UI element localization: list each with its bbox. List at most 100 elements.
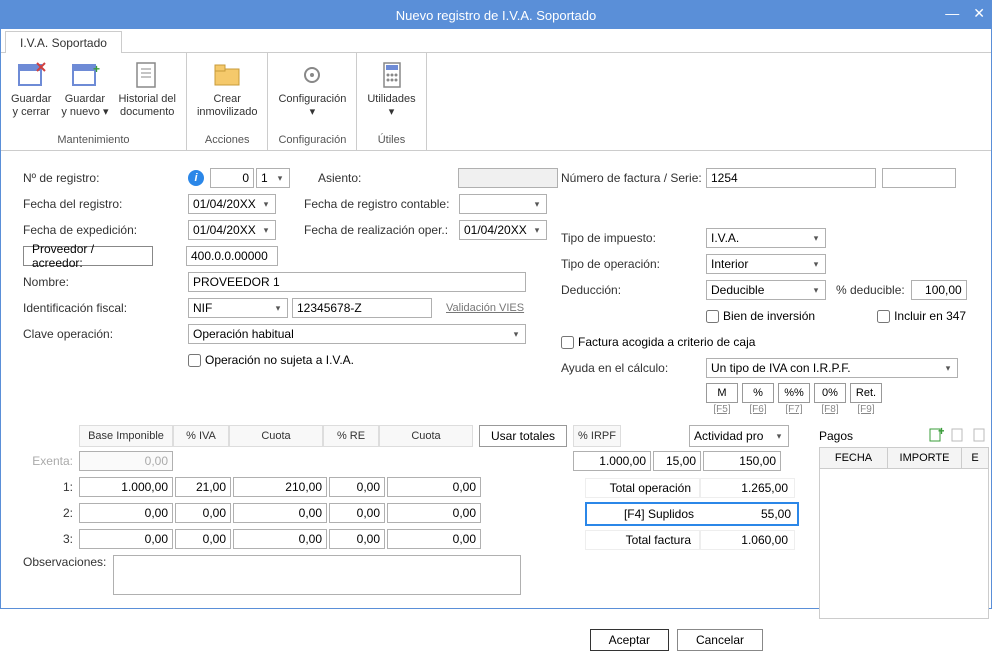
exenta-label: Exenta: [23, 454, 79, 468]
total-fac-label: Total factura [585, 530, 700, 550]
ribbon-historial[interactable]: Historial del documento [114, 57, 179, 132]
opnosujeta-checkbox[interactable]: Operación no sujeta a I.V.A. [188, 353, 354, 367]
observaciones-input[interactable] [113, 555, 521, 595]
base-input[interactable] [79, 477, 173, 497]
irpf-pct-input[interactable] [653, 451, 701, 471]
cuota-input[interactable] [233, 529, 327, 549]
pagos-del-icon[interactable] [971, 426, 989, 444]
nombre-input[interactable] [188, 272, 526, 292]
calc-pct-button[interactable]: % [742, 383, 774, 403]
pctdeducible-input[interactable] [911, 280, 967, 300]
pctre-input[interactable] [329, 503, 385, 523]
hdr-base: Base Imponible [79, 425, 173, 447]
asiento-label: Asiento: [318, 171, 458, 185]
ribbon-guardar-cerrar[interactable]: Guardar y cerrar [7, 57, 55, 132]
pagos-add-icon[interactable]: + [927, 426, 945, 444]
svg-text:+: + [93, 62, 100, 76]
row-label: 3: [23, 532, 79, 546]
usar-totales-button[interactable]: Usar totales [479, 425, 567, 447]
ribbon-guardar-nuevo[interactable]: + Guardar y nuevo ▾ [57, 57, 112, 132]
irpf-val-input[interactable] [703, 451, 781, 471]
cuota2-input[interactable] [387, 529, 481, 549]
pctiva-input[interactable] [175, 503, 231, 523]
calc-ret-button[interactable]: Ret. [850, 383, 882, 403]
tipoimpuesto-combo[interactable]: I.V.A.▾ [706, 228, 826, 248]
calculator-icon [376, 59, 408, 91]
numfactura-label: Número de factura / Serie: [561, 171, 706, 185]
suplidos-value[interactable]: 55,00 [702, 504, 797, 524]
tipoimpuesto-label: Tipo de impuesto: [561, 231, 706, 245]
base-input[interactable] [79, 503, 173, 523]
tab-bar: I.V.A. Soportado [1, 29, 991, 53]
pagos-label: Pagos [819, 429, 927, 443]
nregistro-b-combo[interactable]: 1▾ [256, 168, 290, 188]
fechacontable-input[interactable]: ▾ [459, 194, 547, 214]
base-input[interactable] [79, 529, 173, 549]
minimize-icon[interactable]: — [945, 5, 959, 22]
validacion-vies-link[interactable]: Validación VIES [446, 302, 524, 314]
aceptar-button[interactable]: Aceptar [590, 629, 669, 651]
pctiva-input[interactable] [175, 477, 231, 497]
ribbon: Guardar y cerrar + Guardar y nuevo ▾ His… [1, 53, 991, 151]
ribbon-configuracion[interactable]: Configuración ▾ [274, 57, 350, 132]
close-icon[interactable]: ✕ [973, 5, 985, 22]
observaciones-label: Observaciones: [23, 555, 113, 569]
grid-row: 2: [F4] Suplidos55,00 [23, 501, 813, 525]
tipooperacion-combo[interactable]: Interior▾ [706, 254, 826, 274]
fechaexped-input[interactable]: 01/04/20XX▾ [188, 220, 276, 240]
pctre-input[interactable] [329, 477, 385, 497]
tab-iva-soportado[interactable]: I.V.A. Soportado [5, 31, 122, 53]
irpf-base-input[interactable] [573, 451, 651, 471]
ribbon-utilidades[interactable]: Utilidades ▾ [363, 57, 419, 132]
pagos-body[interactable] [819, 469, 989, 619]
cuota-input[interactable] [233, 477, 327, 497]
fechareal-input[interactable]: 01/04/20XX▾ [459, 220, 547, 240]
save-close-icon [15, 59, 47, 91]
calc-0pct-button[interactable]: 0% [814, 383, 846, 403]
calc-pctpct-button[interactable]: %% [778, 383, 810, 403]
hdr-pctirpf: % IRPF [573, 425, 621, 447]
pctre-input[interactable] [329, 529, 385, 549]
proveedor-button[interactable]: Proveedor / acreedor: [23, 246, 153, 266]
serie-input[interactable] [882, 168, 956, 188]
ayudacalculo-combo[interactable]: Un tipo de IVA con I.R.P.F.▾ [706, 358, 958, 378]
nombre-label: Nombre: [23, 275, 188, 289]
title-bar: Nuevo registro de I.V.A. Soportado — ✕ [1, 1, 991, 29]
deduccion-combo[interactable]: Deducible▾ [706, 280, 826, 300]
fechaexped-label: Fecha de expedición: [23, 223, 188, 237]
suplidos-label[interactable]: [F4] Suplidos [587, 504, 702, 524]
total-fac-value: 1.060,00 [700, 530, 795, 550]
actividad-combo[interactable]: Actividad pro▾ [689, 425, 789, 447]
window-title: Nuevo registro de I.V.A. Soportado [396, 8, 596, 23]
claveop-label: Clave operación: [23, 327, 188, 341]
exenta-input [79, 451, 173, 471]
cuota-input[interactable] [233, 503, 327, 523]
idfiscal-num-input[interactable] [292, 298, 432, 318]
hdr-cuota2: Cuota [379, 425, 473, 447]
info-icon[interactable]: i [188, 170, 204, 186]
total-op-value: 1.265,00 [700, 478, 795, 498]
row-label: 1: [23, 480, 79, 494]
proveedor-input[interactable] [186, 246, 278, 266]
cancelar-button[interactable]: Cancelar [677, 629, 763, 651]
ribbon-crear-inmovilizado[interactable]: Crear inmovilizado [193, 57, 262, 132]
pagos-edit-icon[interactable] [949, 426, 967, 444]
gear-icon [296, 59, 328, 91]
fecharegistro-input[interactable]: 01/04/20XX▾ [188, 194, 276, 214]
incluir347-checkbox[interactable]: Incluir en 347 [877, 309, 966, 323]
nregistro-a-input[interactable] [210, 168, 254, 188]
row-label: 2: [23, 506, 79, 520]
facturacriterio-checkbox[interactable]: Factura acogida a criterio de caja [561, 335, 755, 349]
bieninversion-checkbox[interactable]: Bien de inversión [706, 309, 815, 323]
grid-row: 3: Total factura1.060,00 [23, 527, 813, 551]
tipooperacion-label: Tipo de operación: [561, 257, 706, 271]
nregistro-label: Nº de registro: [23, 171, 188, 185]
cuota2-input[interactable] [387, 503, 481, 523]
calc-m-button[interactable]: M [706, 383, 738, 403]
numfactura-input[interactable] [706, 168, 876, 188]
idfiscal-tipo-combo[interactable]: NIF▾ [188, 298, 288, 318]
svg-text:+: + [938, 427, 944, 438]
claveop-combo[interactable]: Operación habitual▾ [188, 324, 526, 344]
cuota2-input[interactable] [387, 477, 481, 497]
pctiva-input[interactable] [175, 529, 231, 549]
